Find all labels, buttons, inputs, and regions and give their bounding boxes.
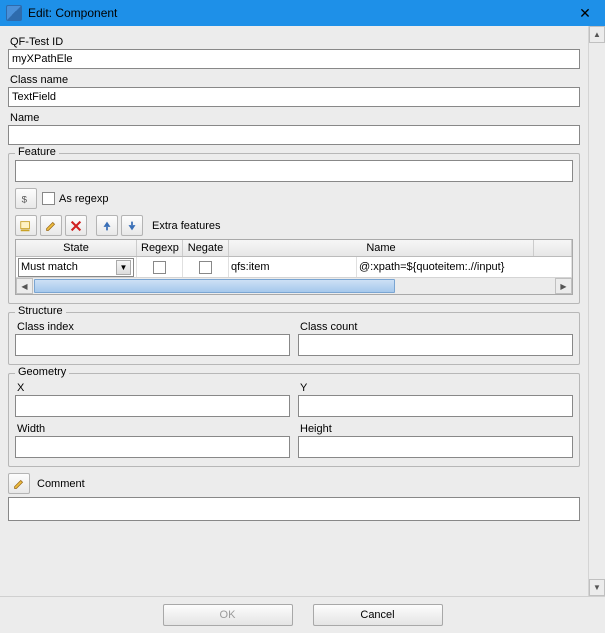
regexp-checkbox[interactable]: [153, 261, 166, 274]
x-input[interactable]: [15, 395, 290, 417]
col-regexp[interactable]: Regexp: [137, 240, 183, 256]
cancel-button[interactable]: Cancel: [313, 604, 443, 626]
state-dropdown[interactable]: Must match ▼: [18, 258, 134, 277]
height-label: Height: [300, 423, 573, 435]
state-value: Must match: [21, 261, 78, 273]
form-content: QF-Test ID Class name Name Feature $ As …: [0, 26, 588, 596]
structure-legend: Structure: [15, 305, 66, 317]
row-name[interactable]: qfs:item: [229, 257, 357, 277]
class-index-label: Class index: [17, 321, 290, 333]
scroll-down-icon[interactable]: ▼: [589, 579, 605, 596]
class-index-input[interactable]: [15, 334, 290, 356]
comment-edit-icon[interactable]: [8, 473, 30, 494]
chevron-down-icon: ▼: [116, 260, 131, 275]
feature-group: Feature $ As regexp Extra features State…: [8, 153, 580, 304]
qftest-id-label: QF-Test ID: [10, 36, 580, 48]
vscrollbar[interactable]: ▲ ▼: [588, 26, 605, 596]
variable-icon[interactable]: $: [15, 188, 37, 209]
delete-row-icon[interactable]: [65, 215, 87, 236]
close-button[interactable]: ✕: [565, 0, 605, 26]
class-name-input[interactable]: [8, 87, 580, 107]
row-value[interactable]: @:xpath=${quoteitem:.//input}: [357, 257, 572, 277]
geometry-group: Geometry X Y Width Height: [8, 373, 580, 467]
ok-button[interactable]: OK: [163, 604, 293, 626]
y-input[interactable]: [298, 395, 573, 417]
col-empty: [534, 240, 572, 256]
table-hscroll[interactable]: ◀ ▶: [16, 277, 572, 294]
move-down-icon[interactable]: [121, 215, 143, 236]
width-label: Width: [17, 423, 290, 435]
edit-row-icon[interactable]: [40, 215, 62, 236]
scroll-right-icon[interactable]: ▶: [555, 278, 572, 294]
width-input[interactable]: [15, 436, 290, 458]
extra-features-table: State Regexp Negate Name Must match ▼: [15, 239, 573, 295]
col-name[interactable]: Name: [229, 240, 534, 256]
as-regexp-label: As regexp: [59, 193, 109, 205]
name-label: Name: [10, 112, 580, 124]
feature-legend: Feature: [15, 146, 59, 158]
negate-checkbox[interactable]: [199, 261, 212, 274]
class-count-input[interactable]: [298, 334, 573, 356]
add-row-icon[interactable]: [15, 215, 37, 236]
extra-features-label: Extra features: [152, 220, 220, 232]
class-name-label: Class name: [10, 74, 580, 86]
titlebar: Edit: Component ✕: [0, 0, 605, 26]
footer: OK Cancel: [0, 596, 605, 633]
hscroll-thumb[interactable]: [34, 279, 395, 293]
name-input[interactable]: [8, 125, 580, 145]
class-count-label: Class count: [300, 321, 573, 333]
qftest-id-input[interactable]: [8, 49, 580, 69]
window-title: Edit: Component: [28, 6, 565, 20]
col-negate[interactable]: Negate: [183, 240, 229, 256]
x-label: X: [17, 382, 290, 394]
scroll-left-icon[interactable]: ◀: [16, 278, 33, 294]
geometry-legend: Geometry: [15, 366, 69, 378]
col-state[interactable]: State: [16, 240, 137, 256]
feature-input[interactable]: [15, 160, 573, 182]
app-icon: [6, 5, 22, 21]
table-row[interactable]: Must match ▼ qfs:item @:xpath=${quoteite…: [16, 257, 572, 277]
structure-group: Structure Class index Class count: [8, 312, 580, 365]
scroll-up-icon[interactable]: ▲: [589, 26, 605, 43]
y-label: Y: [300, 382, 573, 394]
comment-input[interactable]: [8, 497, 580, 521]
move-up-icon[interactable]: [96, 215, 118, 236]
svg-text:$: $: [22, 194, 28, 205]
as-regexp-checkbox[interactable]: [42, 192, 55, 205]
comment-label: Comment: [37, 478, 85, 490]
height-input[interactable]: [298, 436, 573, 458]
